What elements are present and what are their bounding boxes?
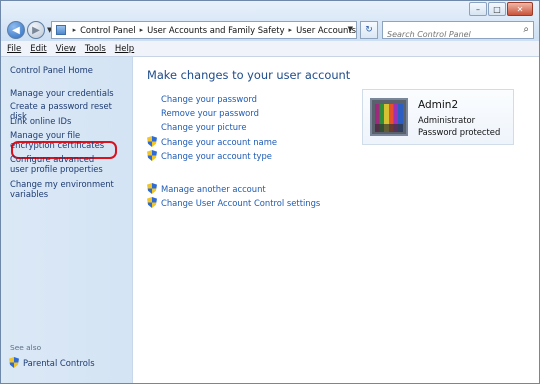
change-password-link[interactable]: Change your password bbox=[161, 94, 257, 104]
manage-another-account-link[interactable]: Manage another account bbox=[147, 183, 266, 194]
remove-password-link[interactable]: Remove your password bbox=[161, 108, 259, 118]
back-button[interactable]: ◀ bbox=[7, 21, 25, 39]
search-box[interactable]: ⌕ bbox=[382, 21, 534, 43]
change-picture-link[interactable]: Change your picture bbox=[161, 122, 246, 132]
account-status: Password protected bbox=[418, 127, 501, 137]
menu-help[interactable]: Help bbox=[115, 44, 134, 54]
main-content: Make changes to your user account Change… bbox=[133, 57, 539, 383]
search-icon[interactable]: ⌕ bbox=[523, 24, 529, 35]
minimize-button[interactable]: – bbox=[469, 2, 487, 16]
see-also-label: See also bbox=[10, 343, 42, 352]
menu-bar: File Edit View Tools Help bbox=[1, 41, 539, 57]
user-avatar bbox=[370, 98, 408, 136]
menu-view[interactable]: View bbox=[56, 44, 76, 54]
close-button[interactable]: ✕ bbox=[507, 2, 533, 16]
change-account-type-label: Change your account type bbox=[161, 150, 272, 161]
change-account-type-link[interactable]: Change your account type bbox=[147, 150, 272, 161]
menu-file[interactable]: File bbox=[7, 44, 21, 54]
sidebar-item-environment-variables[interactable]: Change my environment variables bbox=[10, 179, 114, 199]
control-panel-icon bbox=[56, 25, 66, 35]
menu-tools[interactable]: Tools bbox=[85, 44, 106, 54]
navigation-buttons: ◀ ▶ ▼ bbox=[7, 21, 52, 39]
address-dropdown-icon[interactable]: ▼ bbox=[348, 25, 353, 33]
refresh-icon: ↻ bbox=[365, 25, 373, 35]
address-bar[interactable]: ▸ Control Panel ▸ User Accounts and Fami… bbox=[51, 21, 357, 39]
manage-another-account-label: Manage another account bbox=[161, 183, 266, 194]
sidebar: Control Panel Home Manage your credentia… bbox=[1, 57, 133, 383]
menu-edit[interactable]: Edit bbox=[30, 44, 46, 54]
back-arrow-icon: ◀ bbox=[12, 24, 20, 36]
security-shield-icon bbox=[147, 197, 157, 208]
uac-settings-link[interactable]: Change User Account Control settings bbox=[147, 197, 320, 208]
breadcrumb-separator-icon[interactable]: ▸ bbox=[73, 26, 77, 34]
account-role: Administrator bbox=[418, 115, 476, 125]
account-name: Admin2 bbox=[418, 99, 459, 111]
sidebar-item-file-encryption-certificates[interactable]: Manage your file encryption certificates bbox=[10, 130, 120, 150]
page-heading: Make changes to your user account bbox=[147, 68, 351, 82]
control-panel-window: – □ ✕ ◀ ▶ ▼ ▸ Control Panel ▸ User Accou… bbox=[0, 0, 540, 384]
window-controls: – □ ✕ bbox=[468, 2, 533, 16]
sidebar-item-link-online-ids[interactable]: Link online IDs bbox=[10, 116, 116, 126]
change-picture-label: Change your picture bbox=[161, 122, 247, 132]
security-shield-icon bbox=[147, 183, 157, 194]
forward-button[interactable]: ▶ bbox=[27, 21, 45, 39]
change-password-label: Change your password bbox=[161, 94, 257, 104]
avatar-shadow bbox=[375, 124, 403, 132]
forward-arrow-icon: ▶ bbox=[32, 24, 40, 36]
change-account-name-label: Change your account name bbox=[161, 136, 277, 147]
breadcrumb-control-panel[interactable]: Control Panel bbox=[80, 25, 136, 35]
maximize-button[interactable]: □ bbox=[488, 2, 506, 16]
sidebar-item-advanced-user-profile[interactable]: Configure advanced user profile properti… bbox=[10, 154, 114, 174]
refresh-button[interactable]: ↻ bbox=[360, 21, 378, 39]
sidebar-control-panel-home[interactable]: Control Panel Home bbox=[10, 65, 93, 75]
uac-settings-label: Change User Account Control settings bbox=[161, 197, 321, 208]
titlebar: – □ ✕ ◀ ▶ ▼ ▸ Control Panel ▸ User Accou… bbox=[1, 1, 539, 43]
parental-controls-label: Parental Controls bbox=[23, 357, 95, 368]
change-account-name-link[interactable]: Change your account name bbox=[147, 136, 277, 147]
parental-controls-link[interactable]: Parental Controls bbox=[9, 357, 95, 368]
breadcrumb-separator-icon[interactable]: ▸ bbox=[140, 26, 144, 34]
breadcrumb-user-accounts-family-safety[interactable]: User Accounts and Family Safety bbox=[147, 25, 284, 35]
remove-password-label: Remove your password bbox=[161, 108, 259, 118]
sidebar-item-manage-credentials[interactable]: Manage your credentials bbox=[10, 88, 116, 98]
security-shield-icon bbox=[9, 357, 19, 368]
security-shield-icon bbox=[147, 136, 157, 147]
breadcrumb-separator-icon[interactable]: ▸ bbox=[289, 26, 293, 34]
security-shield-icon bbox=[147, 150, 157, 161]
account-card: Admin2 Administrator Password protected bbox=[362, 89, 514, 145]
